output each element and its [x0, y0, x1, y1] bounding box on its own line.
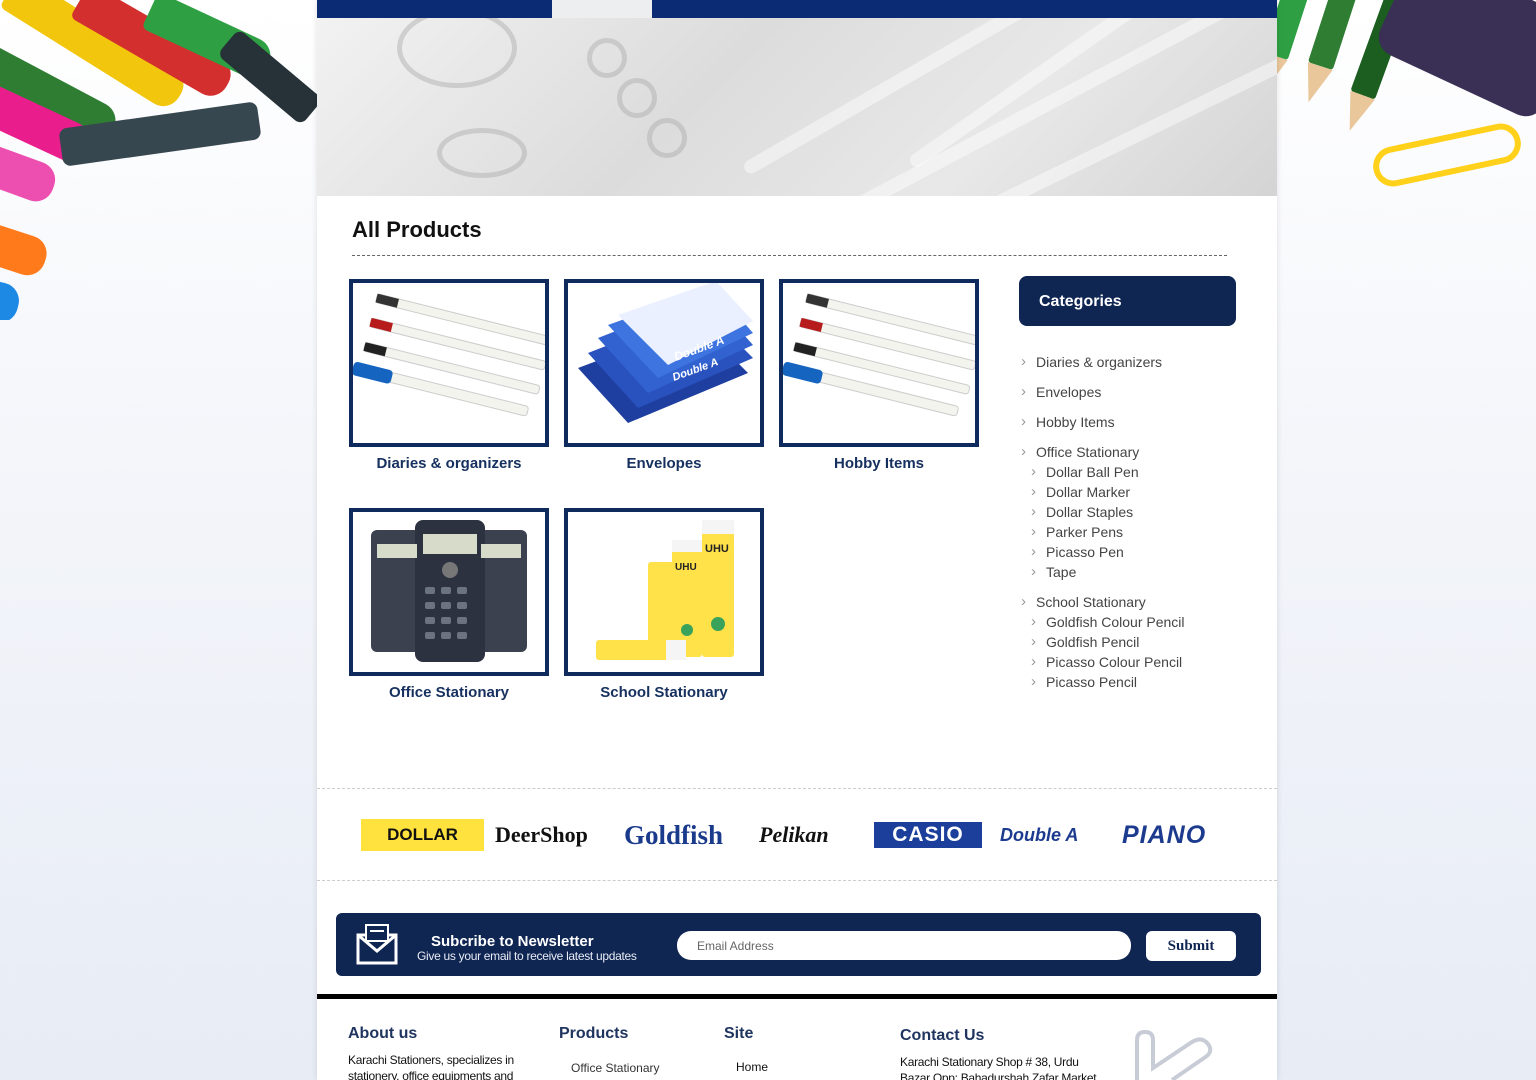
categories-list: Diaries & organizers Envelopes Hobby Items…: [1019, 352, 1185, 692]
category-subitem[interactable]: Dollar Marker: [1019, 482, 1185, 502]
newsletter-bar: Subcribe to Newsletter Give us your emai…: [336, 913, 1261, 976]
category-subitem[interactable]: Picasso Pencil: [1019, 672, 1185, 692]
brand-logo-piano[interactable]: PIANO: [1122, 819, 1206, 851]
category-item[interactable]: Diaries & organizers: [1019, 352, 1185, 372]
email-input[interactable]: [677, 931, 1131, 960]
nav-tab-active[interactable]: [552, 0, 652, 18]
category-subitem[interactable]: Dollar Ball Pen: [1019, 462, 1185, 482]
category-subitem[interactable]: Tape: [1019, 562, 1185, 582]
category-subitem[interactable]: Picasso Colour Pencil: [1019, 652, 1185, 672]
category-subitem[interactable]: Goldfish Pencil: [1019, 632, 1185, 652]
brand-logo-goldfish[interactable]: Goldfish: [624, 819, 723, 851]
product-label[interactable]: Office Stationary: [349, 684, 549, 701]
footer-contact-text: Karachi Stationary Shop # 38, Urdu Bazar…: [900, 1055, 1097, 1080]
paperclip-icon: [1135, 1029, 1213, 1080]
category-item[interactable]: Envelopes: [1019, 382, 1185, 402]
product-image-paper-reams[interactable]: Double A Double A: [564, 279, 764, 447]
product-label[interactable]: School Stationary: [564, 684, 764, 701]
top-nav-bar: [317, 0, 1277, 18]
category-item[interactable]: Office Stationary: [1019, 442, 1185, 462]
header-banner: [317, 18, 1277, 196]
footer-about-text: Karachi Stationers, specializes in stati…: [348, 1053, 514, 1080]
decorative-pencils: [1277, 0, 1536, 320]
product-tile-school[interactable]: UHU UHU School Stationary: [564, 508, 764, 701]
newsletter-title: Subcribe to Newsletter: [431, 933, 594, 950]
category-subitem[interactable]: Dollar Staples: [1019, 502, 1185, 522]
brand-logo-casio[interactable]: CASIO: [874, 822, 982, 848]
product-tile-hobby[interactable]: Hobby Items: [779, 279, 979, 472]
footer-link-office-stationary[interactable]: Office Stationary: [571, 1060, 660, 1076]
category-subitem[interactable]: Picasso Pen: [1019, 542, 1185, 562]
product-label[interactable]: Hobby Items: [779, 455, 979, 472]
brand-logo-pelikan[interactable]: Pelikan: [759, 819, 829, 851]
product-image-glue-sticks[interactable]: UHU UHU: [564, 508, 764, 676]
product-image-calculators[interactable]: [349, 508, 549, 676]
footer-link-home[interactable]: Home: [736, 1059, 768, 1075]
product-label[interactable]: Diaries & organizers: [349, 455, 549, 472]
category-item[interactable]: School Stationary: [1019, 592, 1185, 612]
decorative-crayons: [0, 0, 317, 320]
submit-button[interactable]: Submit: [1146, 931, 1236, 961]
footer-products-title: Products: [559, 1025, 629, 1042]
footer-divider: [317, 994, 1277, 999]
categories-header: Categories: [1019, 276, 1236, 326]
product-label[interactable]: Envelopes: [564, 455, 764, 472]
category-subitem[interactable]: Goldfish Colour Pencil: [1019, 612, 1185, 632]
svg-text:UHU: UHU: [675, 562, 697, 573]
envelope-icon: [356, 924, 398, 965]
page-container: All Products Diaries & organizers Double…: [317, 0, 1277, 1080]
category-item[interactable]: Hobby Items: [1019, 412, 1185, 432]
brand-logo-dollar[interactable]: DOLLAR: [361, 819, 484, 851]
footer-contact-title: Contact Us: [900, 1027, 985, 1044]
product-tile-diaries[interactable]: Diaries & organizers: [349, 279, 549, 472]
page-title: All Products: [352, 217, 482, 242]
brand-logo-double-a[interactable]: Double A: [1000, 819, 1078, 851]
product-tile-office[interactable]: Office Stationary: [349, 508, 549, 701]
footer-about-title: About us: [348, 1025, 418, 1042]
title-divider: [352, 255, 1227, 256]
product-tile-envelopes[interactable]: Double A Double A Envelopes: [564, 279, 764, 472]
brand-logo-deershop[interactable]: DeerShop: [495, 819, 588, 851]
footer-site-title: Site: [724, 1025, 754, 1042]
product-image-pens[interactable]: [779, 279, 979, 447]
category-subitem[interactable]: Parker Pens: [1019, 522, 1185, 542]
newsletter-subtitle: Give us your email to receive latest upd…: [417, 949, 637, 963]
svg-text:UHU: UHU: [705, 543, 729, 555]
brand-strip: DOLLAR DeerShop Goldfish Pelikan CASIO D…: [317, 788, 1277, 881]
product-image-pens[interactable]: [349, 279, 549, 447]
